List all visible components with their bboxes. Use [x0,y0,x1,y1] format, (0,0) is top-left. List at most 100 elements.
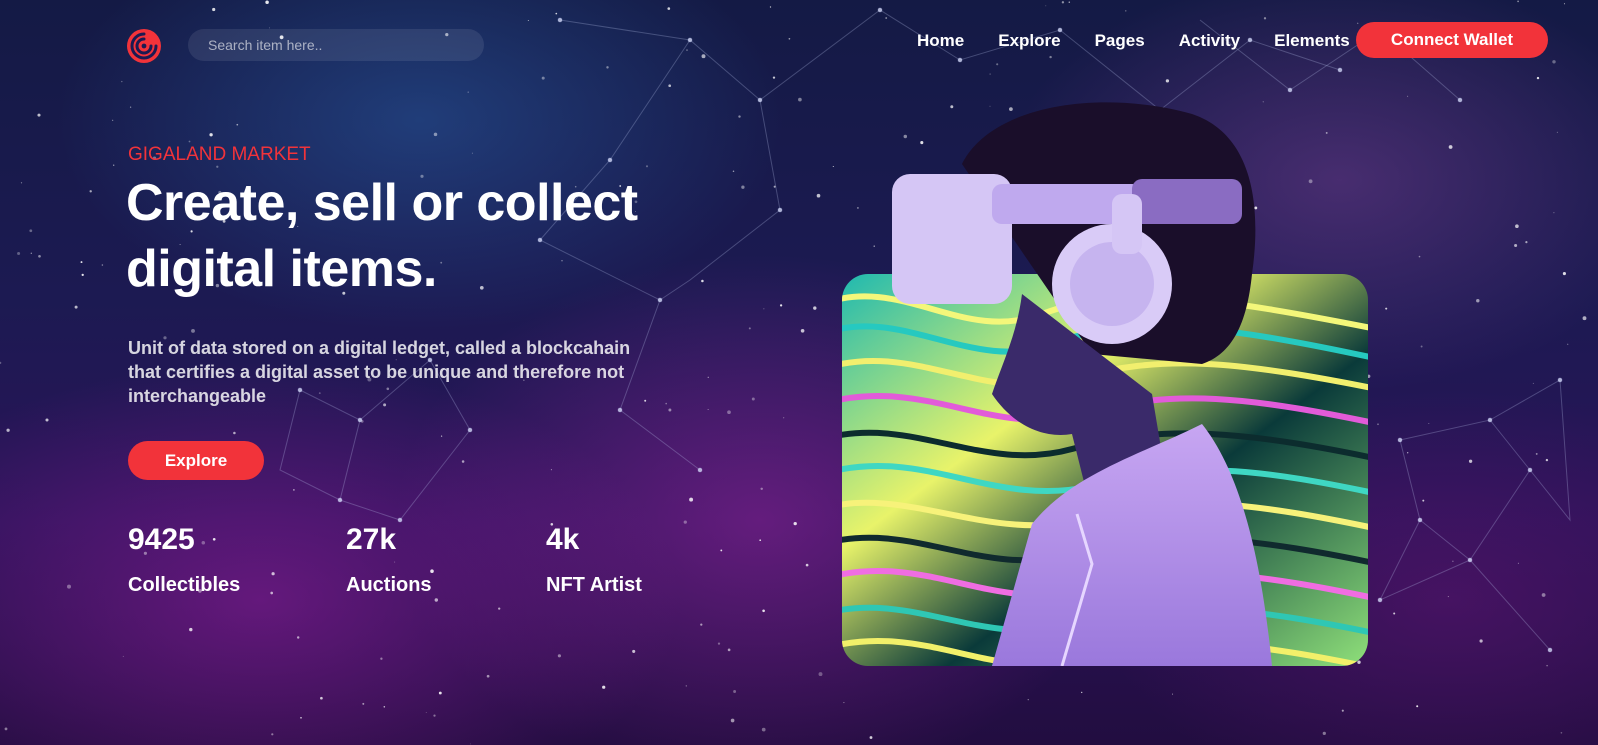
star [1468,459,1473,463]
star [1563,3,1566,5]
star [1479,639,1483,643]
star [101,264,104,266]
star [738,115,741,118]
star [701,279,704,283]
star [869,736,873,739]
star [1452,560,1454,562]
explore-button[interactable]: Explore [128,441,264,480]
star [717,642,721,645]
star [668,408,672,412]
star [122,655,124,657]
star [362,702,365,705]
star [727,648,731,652]
star [498,607,501,610]
star [783,417,785,419]
star [1448,145,1453,149]
stat-label: Collectibles [128,574,241,596]
star [1567,343,1569,345]
star [1263,17,1267,20]
star [271,572,275,576]
star [1532,382,1534,384]
star [1068,1,1071,3]
star [216,165,219,168]
star [113,164,115,166]
star [1447,596,1449,598]
star [748,327,751,330]
star [296,636,300,639]
hero-eyebrow: GIGALAND MARKET [128,144,311,165]
star [720,549,723,552]
connect-wallet-button[interactable]: Connect Wallet [1356,22,1548,58]
star [1514,243,1518,248]
nav-home-link[interactable]: Home [917,30,964,52]
star [471,152,473,154]
star [685,685,687,687]
star [733,690,737,693]
star [1341,709,1344,712]
star [805,563,809,567]
star [383,706,386,708]
search-input[interactable] [208,37,484,53]
star [188,140,191,143]
star [773,185,776,188]
star [1582,316,1587,321]
star [1541,593,1546,597]
star [1418,255,1421,258]
star [761,727,766,732]
star [800,328,805,333]
star [816,193,821,198]
star [236,123,239,126]
star [1420,345,1423,348]
star [686,49,688,51]
star [727,410,731,415]
star [212,7,216,12]
star [832,165,834,168]
nav-activity-link[interactable]: Activity [1179,30,1240,52]
star [1428,422,1430,425]
star [209,133,213,137]
star [4,727,8,731]
star [112,119,114,121]
star [17,251,21,256]
star [1562,272,1566,276]
star [1377,423,1379,426]
star [38,254,41,258]
star [762,609,765,613]
star [1165,79,1170,83]
star [707,376,709,378]
swirl-logo-icon[interactable] [126,28,162,64]
star [440,435,443,437]
star [1536,76,1540,80]
star [1081,691,1083,694]
nav-pages-link[interactable]: Pages [1095,30,1145,52]
star [1049,55,1052,59]
star [668,84,672,88]
star [300,717,302,719]
star [380,657,383,660]
star [1525,241,1528,244]
stat-value: 4k [546,523,580,556]
star [89,190,92,193]
star [37,113,41,117]
star [121,80,123,83]
star [989,73,991,75]
star [665,402,667,405]
main-nav: Home Explore Pages Activity Elements [917,30,1384,52]
star [1322,731,1326,736]
nav-explore-link[interactable]: Explore [998,30,1060,52]
star [769,6,772,8]
stat-value: 27k [346,523,397,556]
star [1172,693,1174,695]
star [996,63,999,66]
star [191,328,195,333]
star [1476,298,1480,303]
star [1416,705,1419,708]
star [470,743,471,745]
star [730,718,735,723]
star [467,91,469,93]
star [683,520,687,524]
star [759,539,762,542]
nav-elements-link[interactable]: Elements [1274,30,1350,52]
star [701,54,706,59]
star [700,623,703,626]
